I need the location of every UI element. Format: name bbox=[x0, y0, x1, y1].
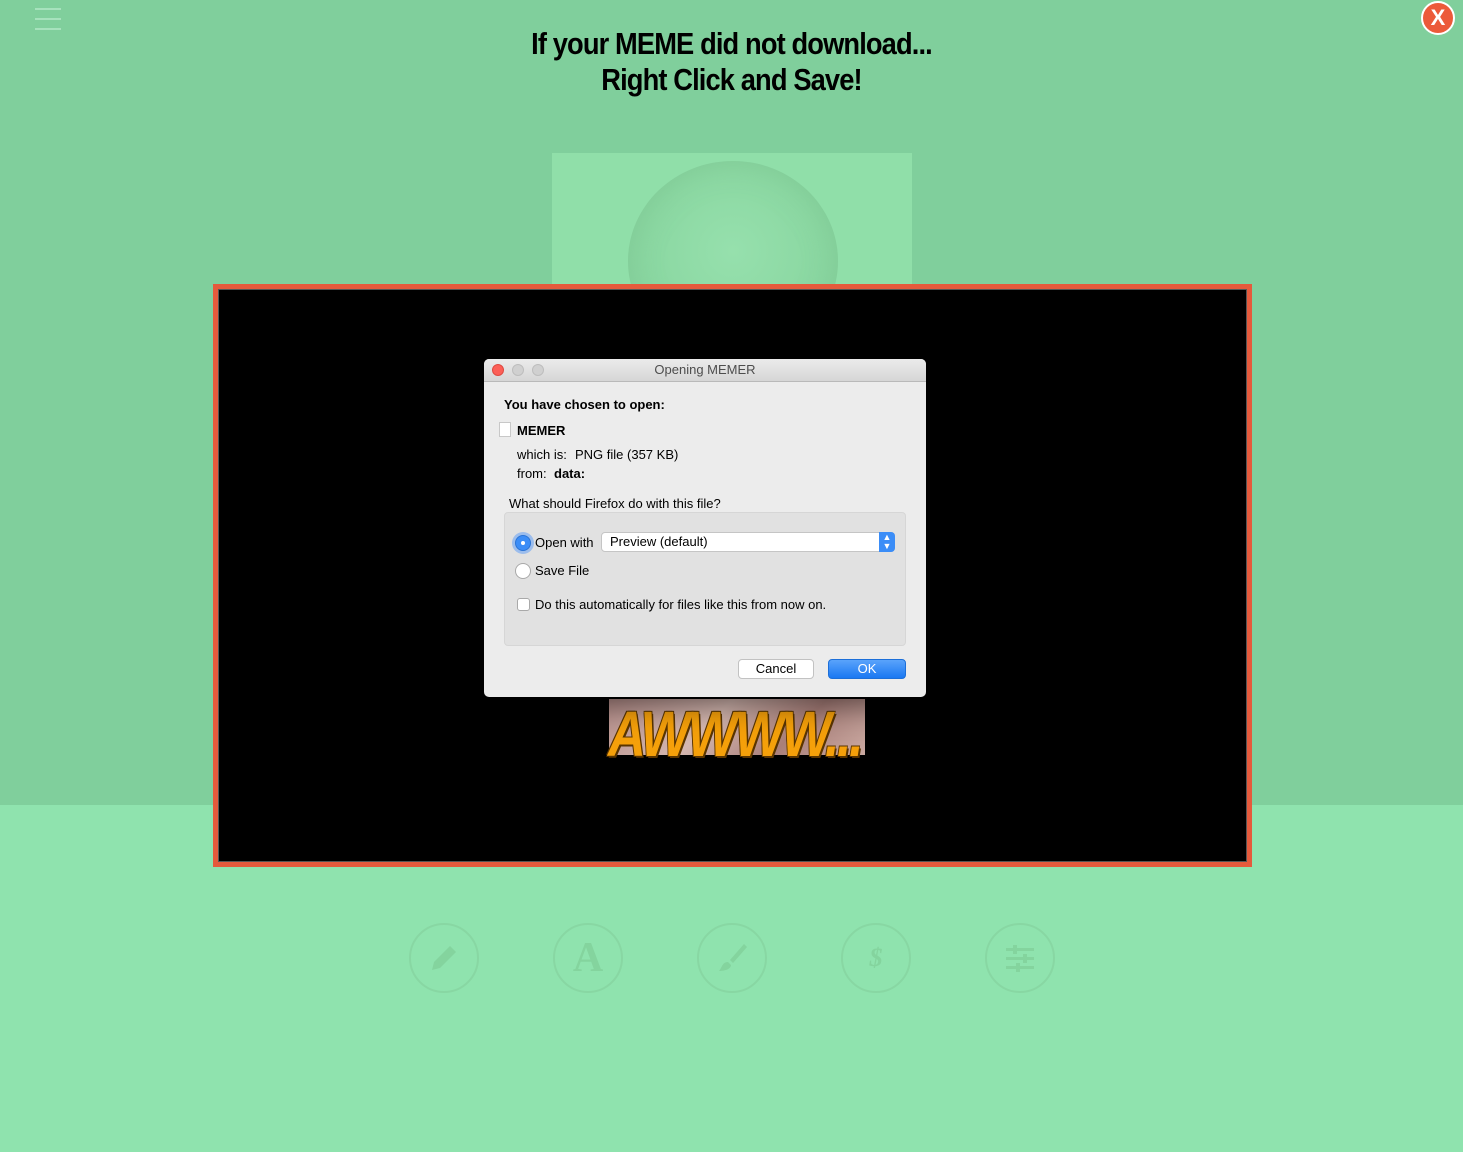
tool-adjust[interactable] bbox=[985, 923, 1055, 993]
auto-checkbox-label[interactable]: Do this automatically for files like thi… bbox=[535, 597, 826, 612]
headline-line-2: Right Click and Save! bbox=[601, 62, 862, 97]
file-type-label: which is: bbox=[517, 447, 567, 462]
tool-pencil[interactable] bbox=[409, 923, 479, 993]
headline-line-1: If your MEME did not download... bbox=[531, 26, 933, 61]
cancel-button[interactable]: Cancel bbox=[738, 659, 814, 679]
tool-dollar[interactable]: $ bbox=[841, 923, 911, 993]
close-button-label: X bbox=[1430, 5, 1446, 30]
chosen-label: You have chosen to open: bbox=[504, 397, 665, 412]
file-source-label: from: bbox=[517, 466, 547, 481]
ok-button[interactable]: OK bbox=[828, 659, 906, 679]
tool-text[interactable]: A bbox=[553, 923, 623, 993]
hamburger-menu-icon[interactable] bbox=[35, 8, 61, 34]
chevron-updown-icon: ▲ ▼ bbox=[879, 532, 895, 552]
file-type-value: PNG file (357 KB) bbox=[575, 447, 679, 462]
auto-checkbox[interactable] bbox=[517, 598, 530, 611]
dollar-icon: $ bbox=[869, 943, 883, 972]
tool-brush[interactable] bbox=[697, 923, 767, 993]
page-headline: If your MEME did not download... Right C… bbox=[88, 26, 1375, 98]
dialog-titlebar[interactable]: Opening MEMER bbox=[484, 359, 926, 382]
action-question: What should Firefox do with this file? bbox=[509, 496, 721, 511]
meme-caption: AWWWW... bbox=[608, 698, 864, 770]
save-file-radio[interactable] bbox=[515, 563, 531, 579]
open-with-selected-value: Preview (default) bbox=[610, 534, 708, 549]
sliders-icon bbox=[1006, 945, 1034, 972]
open-with-radio[interactable] bbox=[515, 535, 531, 551]
close-button[interactable]: X bbox=[1421, 1, 1455, 35]
file-name: MEMER bbox=[517, 423, 566, 438]
pencil-icon bbox=[432, 946, 456, 970]
paintbrush-icon bbox=[719, 944, 747, 971]
open-with-label[interactable]: Open with bbox=[535, 535, 594, 550]
face-silhouette bbox=[628, 161, 838, 286]
open-with-select[interactable]: Preview (default) ▲ ▼ bbox=[601, 532, 895, 552]
text-a-icon: A bbox=[572, 935, 604, 981]
download-dialog: Opening MEMER You have chosen to open: M… bbox=[484, 359, 926, 697]
dialog-title: Opening MEMER bbox=[654, 362, 756, 377]
file-source-value: data: bbox=[554, 466, 586, 481]
background-meme-photo bbox=[552, 153, 912, 286]
file-icon bbox=[499, 422, 511, 437]
save-file-label[interactable]: Save File bbox=[535, 563, 589, 578]
